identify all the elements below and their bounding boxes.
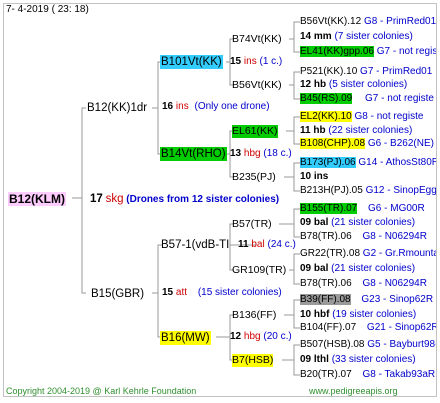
gen4-row: EL41(KK)gpp.06 G7 - not registe [300,46,437,57]
gen3-queen-2: B56Vt(KK) [232,79,282,91]
gen1-queen-1: B12(KK)1dr [87,102,148,114]
gen2-queen-1: B101Vt(KK) [160,55,223,69]
gen3-queen-5: B57(TR) [232,218,272,230]
gen4-row: B213H(PJ).05 G12 - SinopEgg86R [300,185,437,196]
gen4-row: B78(TR).06 G8 - N06294R [300,231,427,242]
gen4-row: 10 hbf (19 sister colonies) [300,309,417,320]
gen2-queen-2: B14Vt(RHO) [160,147,227,161]
gen4-row: P521(KK).10 G7 - PrimRed01 [300,66,433,77]
gen1-mating-2: 15 att (15 sister colonies) [162,287,282,298]
copyright: Copyright 2004-2019 @ Karl Kehrle Founda… [6,386,197,396]
gen3-queen-8: B7(HSB) [232,354,274,367]
gen2-mating-3: 11 bal (24 c.) [238,239,296,250]
gen4-row: 09 lthl (33 sister colonies) [300,354,416,365]
gen3-queen-6: GR109(TR) [232,264,287,276]
gen3-queen-4: B235(PJ) [232,171,276,183]
gen4-row: 10 ins [300,171,329,182]
gen4-row: B20(TR).07 G8 - Takab93aR [300,369,436,380]
gen4-row: B39(FF).08 G23 - Sinop62R [300,294,434,305]
print-date: 7- 4-2019 ( 23: 18) [6,4,89,15]
gen4-row: EL2(KK).10 G8 - not registe [300,111,424,122]
gen4-row: 09 bal (21 sister colonies) [300,263,416,274]
gen4-row: B155(TR).07 G6 - MG00R [300,203,425,214]
gen2-queen-4: B16(MW) [160,331,211,345]
gen4-row: 09 bal (21 sister colonies) [300,217,416,228]
root-queen: B12(KLM) [8,192,66,206]
gen4-row: B56Vt(KK).12 G8 - PrimRed01 [300,16,437,27]
gen4-row: 11 hb (22 sister colonies) [300,125,413,136]
gen4-row: B45(RS).09 G7 - not registe [300,93,434,104]
root-mating: 17 skg (Drones from 12 sister colonies) [90,193,280,205]
gen2-mating-2: 13 hbg (18 c.) [230,148,292,159]
gen2-mating-4: 12 hbg (20 c.) [230,331,292,342]
gen1-mating-1: 16 ins (Only one drone) [162,101,270,112]
gen1-queen-2: B15(GBR) [91,288,145,300]
gen3-queen-7: B136(FF) [232,309,277,321]
gen4-row: B104(FF).07 G21 - Sinop62R [300,322,437,333]
gen3-queen-1: B74Vt(KK) [232,33,282,45]
gen4-row: B78(TR).06 G8 - N06294R [300,278,427,289]
gen4-row: 14 mm (7 sister colonies) [300,31,413,42]
gen4-row: 12 hb (5 sister colonies) [300,79,408,90]
gen2-mating-1: 15 ins (1 c.) [230,56,283,67]
gen4-row: B108(CHP).08 G6 - B262(NE) [300,138,434,149]
gen4-row: B173(PJ).06 G14 - AthosSt80R [300,157,437,168]
pedigree-chart: 7- 4-2019 ( 23: 18) B12(KLM) 17 skg (Dro… [3,3,437,397]
gen4-row: GR22(TR).08 G2 - Gr.Rmounta [300,248,437,259]
gen2-queen-3: B57-1(vdB-TI [161,239,230,251]
gen3-queen-3: EL61(KK) [232,125,278,138]
site-url: www.pedigreeapis.org [309,386,398,396]
gen4-row: B507(HSB).08 G5 - Bayburt98-3 [300,339,437,350]
